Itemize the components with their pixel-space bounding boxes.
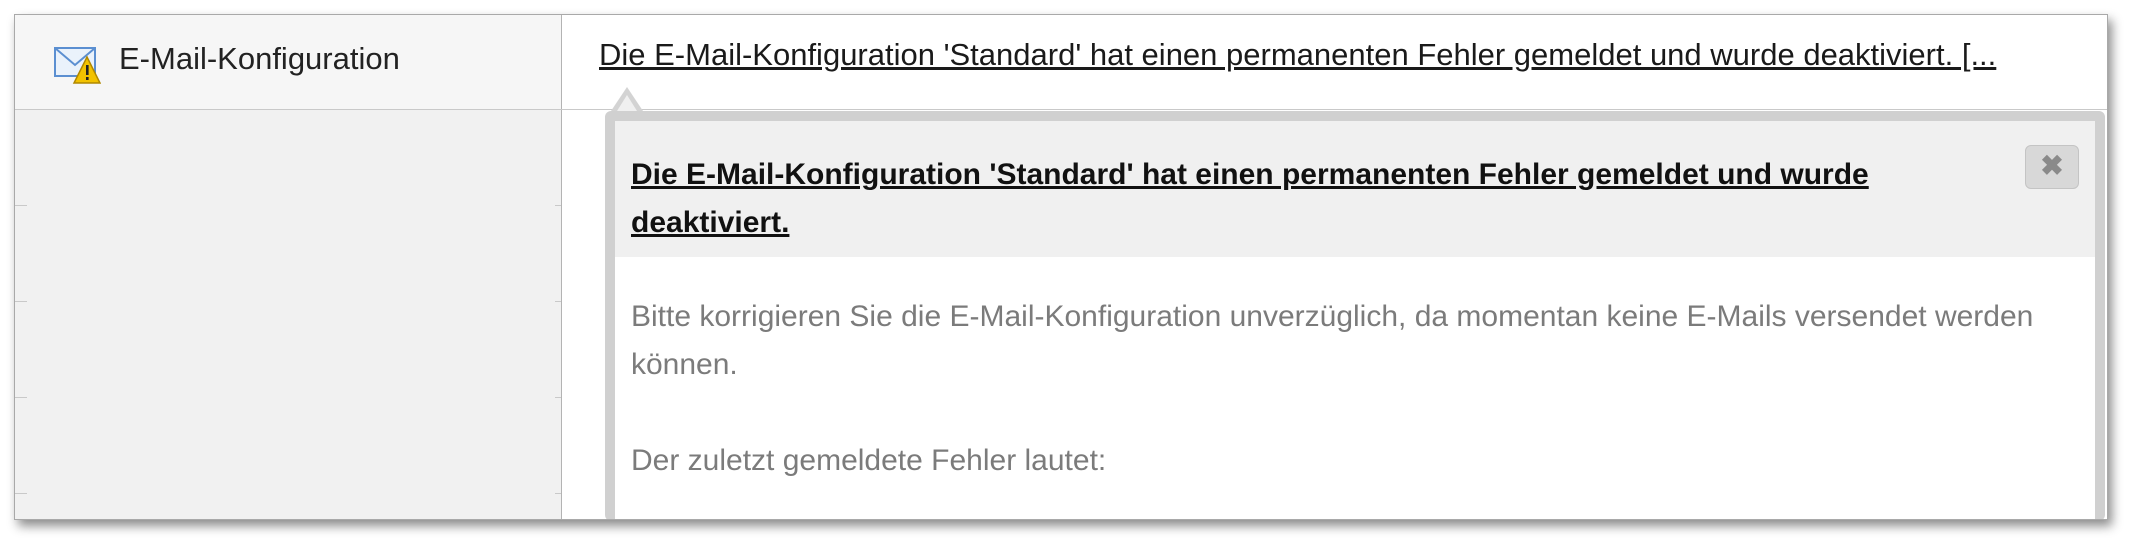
close-button[interactable]: ✖ <box>2025 145 2079 189</box>
popup-body: Bitte korrigieren Sie die E-Mail-Konfigu… <box>631 293 2071 485</box>
popup-error-label: Der zuletzt gemeldete Fehler lautet: <box>631 444 1107 477</box>
row-divider <box>15 301 27 302</box>
row-divider <box>555 301 561 302</box>
popup-content: Die E-Mail-Konfiguration 'Standard' hat … <box>615 121 2095 519</box>
close-icon: ✖ <box>2040 150 2064 181</box>
row-divider <box>15 205 27 206</box>
popup-body-text: Bitte korrigieren Sie die E-Mail-Konfigu… <box>631 300 2034 381</box>
row-divider <box>555 205 561 206</box>
popup-title: Die E-Mail-Konfiguration 'Standard' hat … <box>631 158 1869 239</box>
message-popup: Die E-Mail-Konfiguration 'Standard' hat … <box>605 111 2105 519</box>
message-table: E-Mail-Konfiguration Die E-Mail-Konfigur… <box>14 14 2108 520</box>
row-divider <box>15 397 27 398</box>
row-divider <box>555 397 561 398</box>
mail-warning-icon <box>53 43 102 85</box>
popup-header: Die E-Mail-Konfiguration 'Standard' hat … <box>615 121 2095 257</box>
module-cell: E-Mail-Konfiguration <box>15 15 562 109</box>
table-row: E-Mail-Konfiguration Die E-Mail-Konfigur… <box>15 15 2107 110</box>
popup-pointer-inner <box>617 95 637 111</box>
message-link[interactable]: Die E-Mail-Konfiguration 'Standard' hat … <box>599 37 1996 73</box>
row-divider <box>15 493 27 494</box>
row-divider <box>555 493 561 494</box>
module-name: E-Mail-Konfiguration <box>119 41 400 76</box>
